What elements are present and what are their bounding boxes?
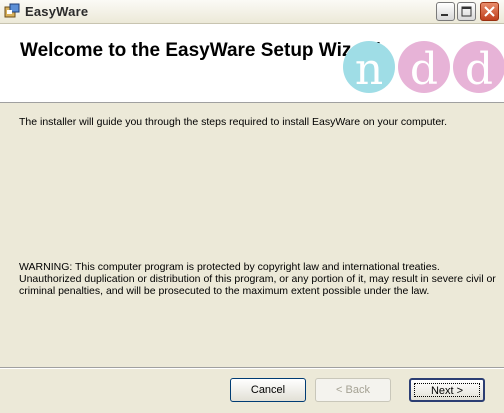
wizard-header: Welcome to the EasyWare Setup Wizard n d… <box>0 24 504 103</box>
cancel-button[interactable]: Cancel <box>230 378 306 402</box>
next-button-label: Next > <box>414 383 480 397</box>
logo-letter-n: n <box>355 44 383 95</box>
next-button[interactable]: Next > <box>409 378 485 402</box>
wizard-body: The installer will guide you through the… <box>0 103 504 367</box>
close-icon <box>484 6 495 17</box>
maximize-button[interactable] <box>457 2 476 21</box>
logo-letter-d2: d <box>465 44 493 95</box>
page-title: Welcome to the EasyWare Setup Wizard <box>20 40 381 61</box>
window-title: EasyWare <box>25 4 89 19</box>
wizard-footer: Cancel < Back Next > <box>0 367 504 413</box>
logo-letter-d1: d <box>410 44 438 95</box>
copyright-warning: WARNING: This computer program is protec… <box>19 261 496 297</box>
maximize-icon <box>461 6 472 17</box>
title-bar[interactable]: EasyWare <box>0 0 504 24</box>
close-button[interactable] <box>480 2 499 21</box>
back-button[interactable]: < Back <box>315 378 391 402</box>
footer-divider <box>0 368 504 369</box>
minimize-icon <box>441 14 448 16</box>
ndd-logo: n d d <box>343 41 504 95</box>
intro-text: The installer will guide you through the… <box>19 116 447 128</box>
minimize-button[interactable] <box>436 2 455 21</box>
installer-icon <box>4 3 20 18</box>
